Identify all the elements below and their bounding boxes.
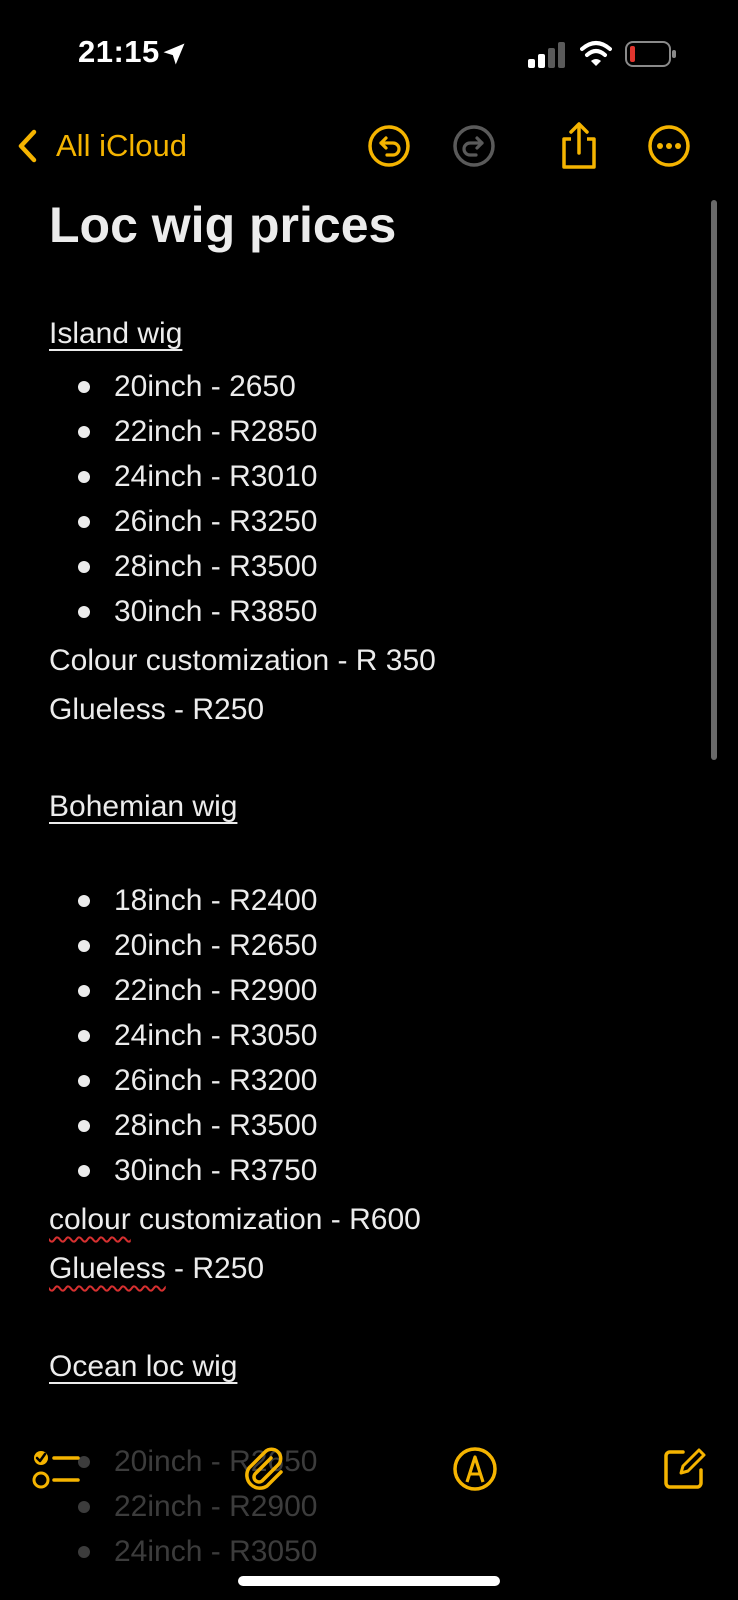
bullet-icon (78, 1030, 90, 1042)
status-bar: 21:15 (0, 0, 738, 110)
note-line-text: customization - R600 (130, 1203, 421, 1236)
list-item-text: 24inch - R3050 (114, 1019, 318, 1052)
more-icon (648, 125, 690, 167)
bullet-icon (78, 561, 90, 573)
list-item[interactable]: 26inch - R3200 (78, 1059, 317, 1103)
note-title[interactable]: Loc wig prices (49, 190, 709, 260)
list-item-text: 30inch - R3850 (114, 595, 318, 628)
checklist-icon (32, 1451, 80, 1489)
compose-button[interactable] (652, 1437, 716, 1501)
list-item[interactable]: 22inch - R2900 (78, 969, 317, 1013)
compose-icon (664, 1448, 706, 1489)
bullet-icon (78, 985, 90, 997)
bullet-icon (78, 381, 90, 393)
note-line[interactable]: Colour customization - R 350 (49, 644, 436, 678)
list-item[interactable]: 28inch - R3500 (78, 1104, 317, 1148)
list-item-text: 28inch - R3500 (114, 550, 318, 583)
note-line[interactable]: Glueless - R250 (49, 693, 264, 727)
bottom-toolbar (0, 1425, 738, 1515)
share-icon (562, 122, 596, 169)
bullet-icon (78, 1546, 90, 1558)
redo-icon (453, 125, 495, 167)
list-item-text: 20inch - R2650 (114, 929, 318, 962)
section-heading-bohemian[interactable]: Bohemian wig (49, 790, 237, 824)
redo-button[interactable] (444, 116, 504, 176)
note-line[interactable]: colour customization - R600 (49, 1203, 421, 1237)
list-item[interactable]: 24inch - R3010 (78, 455, 317, 499)
wifi-icon (580, 41, 612, 66)
list-item-text: 24inch - R3050 (114, 1535, 318, 1568)
checklist-button[interactable] (25, 1437, 89, 1501)
note-line-text: - R250 (165, 1252, 265, 1285)
status-time: 21:15 (78, 34, 160, 69)
list-item[interactable]: 24inch - R3050 (78, 1014, 317, 1058)
list-item-text: 26inch - R3250 (114, 505, 318, 538)
bullet-icon (78, 471, 90, 483)
list-item-text: 22inch - R2900 (114, 974, 318, 1007)
list-item[interactable]: 26inch - R3250 (78, 500, 317, 544)
paperclip-icon (245, 1447, 283, 1490)
list-item-text: 18inch - R2400 (114, 884, 318, 917)
back-button[interactable]: All iCloud (14, 120, 187, 172)
home-indicator[interactable] (238, 1576, 500, 1586)
note-line[interactable]: Glueless - R250 (49, 1252, 264, 1286)
markup-button[interactable] (443, 1437, 507, 1501)
bullet-icon (78, 1120, 90, 1132)
list-item-text: 30inch - R3750 (114, 1154, 318, 1187)
battery-low-icon (625, 41, 676, 67)
scroll-indicator[interactable] (711, 200, 717, 760)
more-button[interactable] (639, 116, 699, 176)
bullet-icon (78, 1075, 90, 1087)
back-label: All iCloud (56, 128, 187, 163)
list-item-text: 20inch - 2650 (114, 370, 296, 403)
undo-button[interactable] (359, 116, 419, 176)
location-arrow-icon (163, 43, 185, 65)
bullet-icon (78, 1165, 90, 1177)
chevron-left-icon (18, 129, 37, 163)
bullet-icon (78, 606, 90, 618)
misspelled-word: colour (49, 1203, 131, 1236)
note-body[interactable]: Loc wig prices (49, 190, 709, 260)
bullet-icon (78, 516, 90, 528)
list-item[interactable]: 28inch - R3500 (78, 545, 317, 589)
list-item[interactable]: 20inch - 2650 (78, 365, 296, 409)
list-item-text: 28inch - R3500 (114, 1109, 318, 1142)
attachment-button[interactable] (232, 1437, 296, 1501)
misspelled-word: Glueless (49, 1252, 166, 1285)
undo-icon (368, 125, 410, 167)
share-button[interactable] (549, 116, 609, 176)
list-item[interactable]: 24inch - R3050 (78, 1530, 317, 1574)
bullet-icon (78, 426, 90, 438)
list-item[interactable]: 22inch - R2850 (78, 410, 317, 454)
bullet-icon (78, 895, 90, 907)
list-item[interactable]: 18inch - R2400 (78, 879, 317, 923)
list-item-text: 24inch - R3010 (114, 460, 318, 493)
list-item[interactable]: 30inch - R3850 (78, 590, 317, 634)
section-heading-island[interactable]: Island wig (49, 317, 182, 351)
signal-icon (528, 42, 565, 68)
list-item-text: 26inch - R3200 (114, 1064, 318, 1097)
list-item[interactable]: 30inch - R3750 (78, 1149, 317, 1193)
bullet-icon (78, 940, 90, 952)
list-item-text: 22inch - R2850 (114, 415, 318, 448)
navigation-bar: All iCloud (0, 110, 738, 182)
list-item[interactable]: 20inch - R2650 (78, 924, 317, 968)
markup-pen-icon (453, 1447, 497, 1491)
section-heading-ocean[interactable]: Ocean loc wig (49, 1350, 237, 1384)
